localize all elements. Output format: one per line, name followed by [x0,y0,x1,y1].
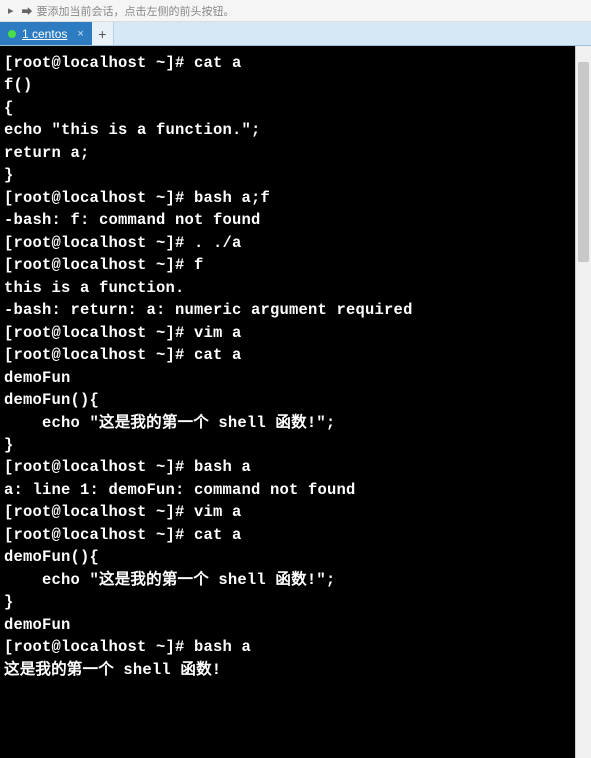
scroll-thumb[interactable] [578,62,589,262]
status-dot-icon [8,30,16,38]
terminal-line: return a; [4,144,90,162]
terminal-line: demoFun(){ [4,391,99,409]
terminal-line: 这是我的第一个 shell 函数! [4,661,221,679]
tab-bar: 1 centos × + [0,22,591,46]
terminal-line: -bash: return: a: numeric argument requi… [4,301,413,319]
terminal-line: echo "this is a function."; [4,121,261,139]
toolbar: ▸ ⮕ 要添加当前会话，点击左侧的前头按钮。 [0,0,591,22]
close-icon[interactable]: × [77,28,83,40]
terminal-line: -bash: f: command not found [4,211,261,229]
terminal-line: this is a function. [4,279,185,297]
terminal-line: demoFun [4,616,71,634]
terminal-line: [root@localhost ~]# cat a [4,526,242,544]
terminal-line: { [4,99,14,117]
terminal-line: [root@localhost ~]# . ./a [4,234,242,252]
add-tab-button[interactable]: + [92,22,114,45]
terminal-line: a: line 1: demoFun: command not found [4,481,356,499]
toolbar-hint: 要添加当前会话，点击左侧的前头按钮。 [37,3,235,19]
terminal-line: echo "这是我的第一个 shell 函数!"; [4,414,335,432]
terminal-line: demoFun(){ [4,548,99,566]
tab-label: 1 centos [22,27,67,41]
terminal-line: f() [4,76,33,94]
terminal-line: [root@localhost ~]# cat a [4,54,242,72]
terminal-line: } [4,436,14,454]
terminal-line: [root@localhost ~]# bash a [4,638,251,656]
chevron-right-icon: ▸ [8,4,14,17]
terminal-line: } [4,166,14,184]
scrollbar[interactable] [575,46,591,758]
terminal-line: [root@localhost ~]# vim a [4,503,242,521]
tab-centos[interactable]: 1 centos × [0,22,92,45]
terminal-line: [root@localhost ~]# cat a [4,346,242,364]
terminal-line: echo "这是我的第一个 shell 函数!"; [4,571,335,589]
terminal-line: } [4,593,14,611]
terminal-line: [root@localhost ~]# f [4,256,204,274]
terminal-line: [root@localhost ~]# bash a [4,458,251,476]
arrow-icon: ⮕ [22,3,33,19]
terminal-line: [root@localhost ~]# vim a [4,324,242,342]
terminal-line: demoFun [4,369,71,387]
terminal-output[interactable]: [root@localhost ~]# cat a f() { echo "th… [0,46,591,758]
terminal-line: [root@localhost ~]# bash a;f [4,189,270,207]
